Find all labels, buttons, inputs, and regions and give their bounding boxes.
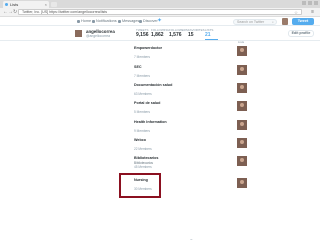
nav-discover-label: Discover (143, 19, 158, 23)
stat-value: 21 (205, 32, 211, 38)
nav-messages[interactable]: Messages (118, 17, 139, 26)
window-controls (302, 1, 318, 7)
search-placeholder: Search on Twitter (237, 19, 265, 24)
list-item[interactable]: SEC 7 Members (133, 65, 251, 79)
list-name[interactable]: SEC (134, 65, 142, 70)
list-owner-avatar[interactable] (237, 46, 247, 56)
bookmark-star-icon[interactable]: ☆ (294, 10, 298, 15)
tweet-button[interactable]: Tweet (292, 18, 314, 25)
list-members: 63 Members (134, 92, 152, 96)
nav-messages-label: Messages (122, 19, 140, 23)
nav-home[interactable]: Home (77, 17, 91, 26)
list-name[interactable]: Health Information (134, 120, 167, 125)
list-name[interactable]: Empowerdoctor (134, 46, 162, 51)
hashtag-icon (139, 19, 142, 23)
list-owner-avatar[interactable] (237, 138, 247, 148)
list-name[interactable]: Portal de salud (134, 101, 160, 106)
url-input[interactable]: Twitter, Inc. [US] https://twitter.com/a… (18, 9, 302, 15)
profile-avatar[interactable] (74, 29, 83, 38)
reload-icon[interactable]: ↻ (13, 9, 17, 15)
lists-header: Lists (238, 40, 245, 44)
envelope-icon (118, 19, 121, 23)
list-members: 7 Members (134, 55, 150, 59)
close-icon[interactable]: × (45, 1, 47, 8)
nav-notifications[interactable]: Notifications (92, 17, 117, 26)
list-item[interactable]: Webco 22 Members (133, 138, 251, 152)
profile-nav: angellocorrea @angellocorrea TWEETS 9,15… (0, 27, 320, 41)
list-name[interactable]: Webco (134, 138, 146, 143)
minimize-button[interactable] (302, 1, 306, 5)
list-item[interactable]: Empowerdoctor 7 Members (133, 46, 251, 60)
home-icon (77, 19, 80, 23)
edit-profile-button[interactable]: Edit profile (288, 30, 314, 37)
tab-title: Lists (10, 2, 19, 7)
search-icon[interactable]: ⌕ (272, 20, 274, 24)
list-owner-avatar[interactable] (237, 65, 247, 75)
browser-tab-strip: Lists × (0, 0, 320, 8)
window-close-button[interactable] (314, 1, 318, 5)
list-members: 9 Members (134, 129, 150, 133)
list-item[interactable]: Bibliotecarios Bibliotecarios 45 Members (133, 156, 251, 170)
list-owner-avatar[interactable] (237, 156, 247, 166)
new-tab-button[interactable] (51, 2, 57, 7)
address-bar: ← → ↻ Twitter, Inc. [US] https://twitter… (0, 8, 320, 17)
list-members: 7 Members (134, 74, 150, 78)
browser-tab[interactable]: Lists × (3, 1, 49, 8)
url-text: Twitter, Inc. [US] https://twitter.com/a… (22, 10, 108, 14)
nav-home-label: Home (81, 19, 92, 23)
list-owner-avatar[interactable] (237, 83, 247, 93)
lists-content: Lists Empowerdoctor 7 Members SEC 7 Memb… (0, 41, 320, 240)
list-item[interactable]: Health Information 9 Members (133, 120, 251, 134)
list-item[interactable]: Portal de salud 5 Members (133, 101, 251, 115)
twitter-top-nav: Home Notifications Messages Discover ✦ S… (0, 17, 320, 26)
list-item[interactable]: Documentación salud 63 Members (133, 83, 251, 97)
bell-icon (92, 19, 95, 23)
nav-notifications-label: Notifications (96, 19, 117, 23)
browser-menu-icon[interactable]: ≡ (311, 9, 314, 15)
search-input[interactable]: Search on Twitter ⌕ (233, 18, 277, 25)
twitter-favicon-icon (5, 3, 8, 6)
account-avatar[interactable] (282, 18, 288, 25)
list-owner-avatar[interactable] (237, 178, 247, 188)
maximize-button[interactable] (308, 1, 312, 5)
annotation-highlight-box (119, 173, 161, 198)
list-members: 45 Members (134, 165, 152, 169)
profile-handle: @angellocorrea (86, 34, 110, 38)
twitter-bird-icon[interactable]: ✦ (157, 18, 162, 25)
list-members: 22 Members (134, 147, 152, 151)
list-owner-avatar[interactable] (237, 101, 247, 111)
stat-lists[interactable]: LISTS 21 (205, 28, 218, 40)
list-owner-avatar[interactable] (237, 120, 247, 130)
nav-discover[interactable]: Discover (139, 17, 158, 26)
list-members: 5 Members (134, 110, 150, 114)
list-name[interactable]: Documentación salud (134, 83, 172, 88)
